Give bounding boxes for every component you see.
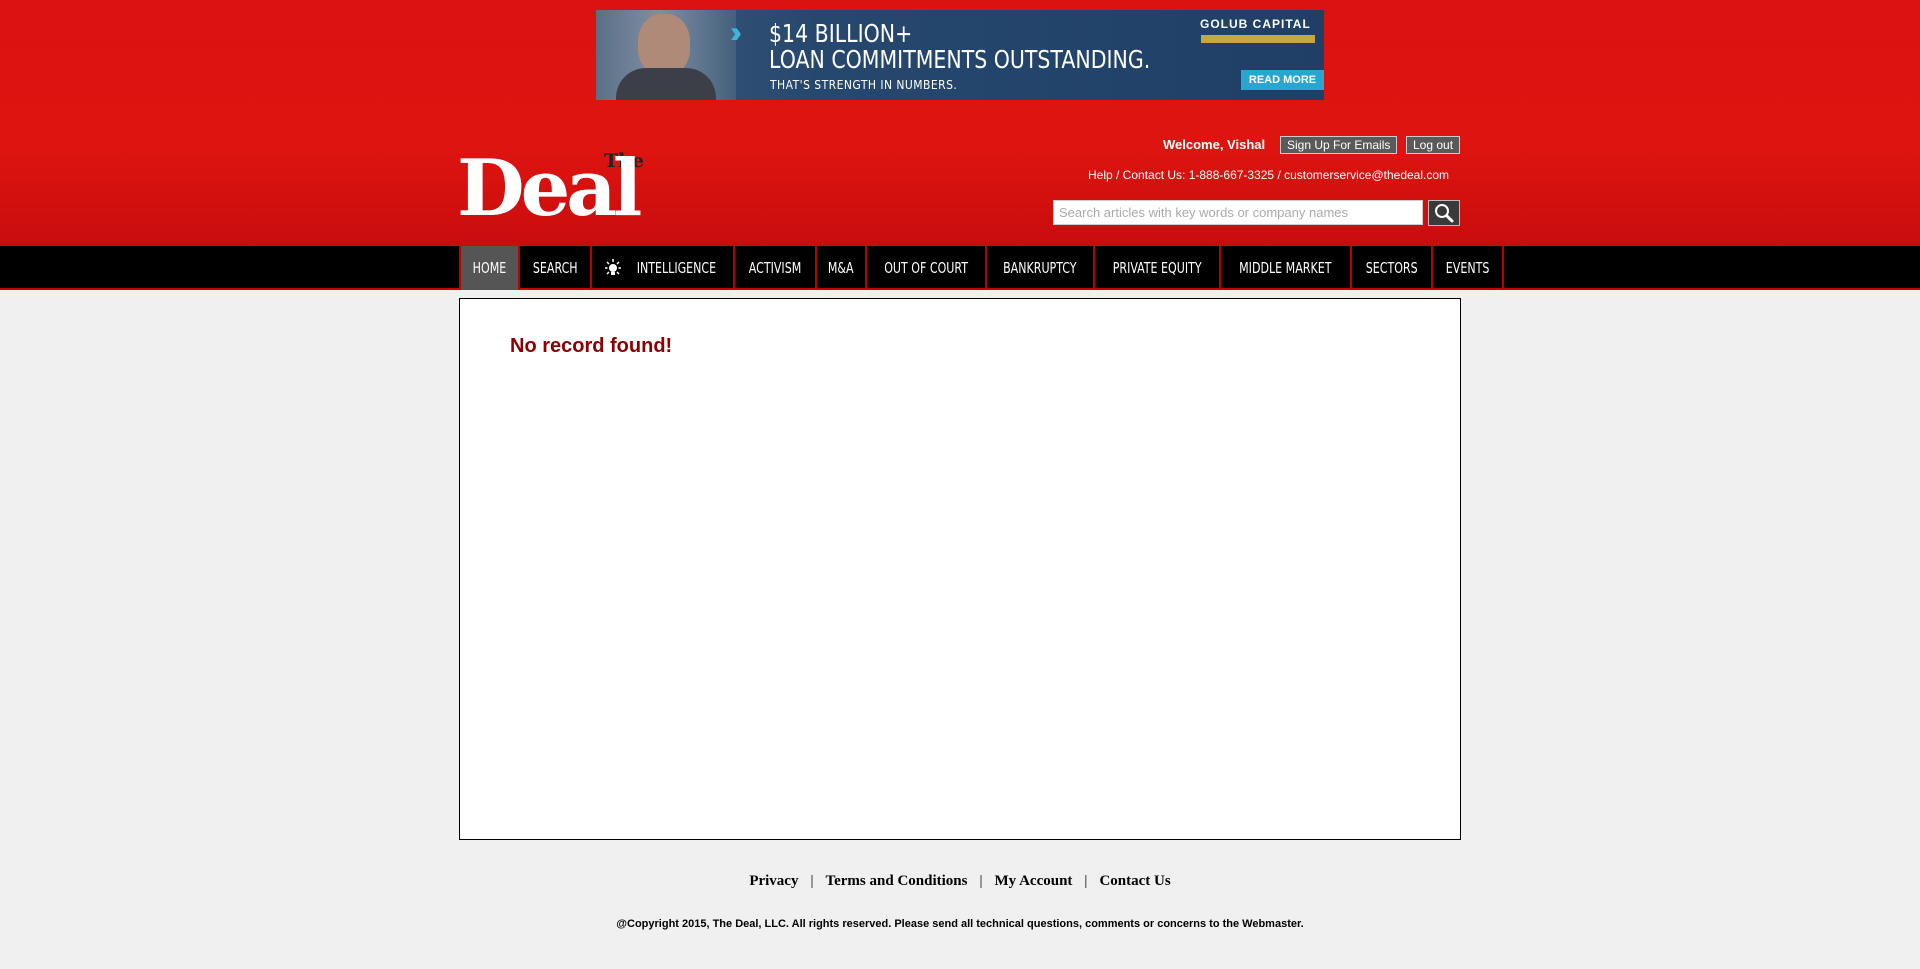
nav-item-ma[interactable]: M&A [817,246,867,290]
sign-up-emails-button[interactable]: Sign Up For Emails [1280,136,1398,154]
golub-capital-banner-ad[interactable]: ›› $14 BILLION+ LOAN COMMITMENTS OUTSTAN… [596,10,1324,100]
site-header: ›› $14 BILLION+ LOAN COMMITMENTS OUTSTAN… [0,0,1920,246]
copyright-text: @Copyright 2015, The Deal, LLC. All righ… [616,918,1304,930]
nav-item-intelligence[interactable]: INTELLIGENCE [592,246,736,290]
nav-item-middle-market[interactable]: MIDDLE MARKET [1221,246,1352,290]
banner-tagline: THAT'S STRENGTH IN NUMBERS. [770,78,958,92]
nav-item-activism[interactable]: ACTIVISM [735,246,818,290]
nav-item-out-of-court[interactable]: OUT OF COURT [867,246,987,290]
banner-read-more-button[interactable]: READ MORE [1241,70,1324,90]
search-button[interactable] [1428,200,1460,226]
nav-item-home[interactable]: HOME [459,246,520,290]
search-input[interactable] [1053,200,1423,225]
footer-link-contact-us[interactable]: Contact Us [1099,873,1170,889]
magnifier-icon [1435,204,1454,223]
nav-item-private-equity[interactable]: PRIVATE EQUITY [1095,246,1221,290]
banner-headline-1: $14 BILLION+ [769,19,913,48]
help-contact-text: Help / Contact Us: 1-888-667-3325 / cust… [1088,168,1450,182]
no-record-message: No record found! [510,335,673,357]
double-chevron-icon: ›› [730,16,742,49]
footer-separator: | [810,873,814,889]
the-deal-logo[interactable]: The Deal [457,143,691,234]
logout-button[interactable]: Log out [1406,136,1461,154]
footer-link-terms[interactable]: Terms and Conditions [825,873,967,889]
main-content: No record found! [459,298,1461,840]
nav-item-search[interactable]: SEARCH [520,246,593,290]
footer-link-my-account[interactable]: My Account [995,873,1073,889]
banner-photo [596,10,736,100]
footer-separator: | [1084,873,1088,889]
footer-links: Privacy | Terms and Conditions | My Account |… [0,873,1920,890]
nav-item-bankruptcy[interactable]: BANKRUPTCY [987,246,1095,290]
banner-gold-bar [1201,35,1315,43]
main-navigation: HOME SEARCH INTELLIGENCE ACTIVISM M&A OU… [0,246,1920,290]
nav-item-sectors[interactable]: SECTORS [1352,246,1433,290]
nav-item-events[interactable]: EVENTS [1433,246,1505,290]
footer-separator: | [979,873,983,889]
welcome-text: Welcome, Vishal [1163,137,1266,152]
lightbulb-icon [605,258,622,275]
logo-deal: Deal [457,143,642,234]
banner-brand: GOLUB CAPITAL [1200,17,1311,31]
banner-headline-2: LOAN COMMITMENTS OUTSTANDING. [769,45,1151,74]
footer-link-privacy[interactable]: Privacy [749,873,798,889]
